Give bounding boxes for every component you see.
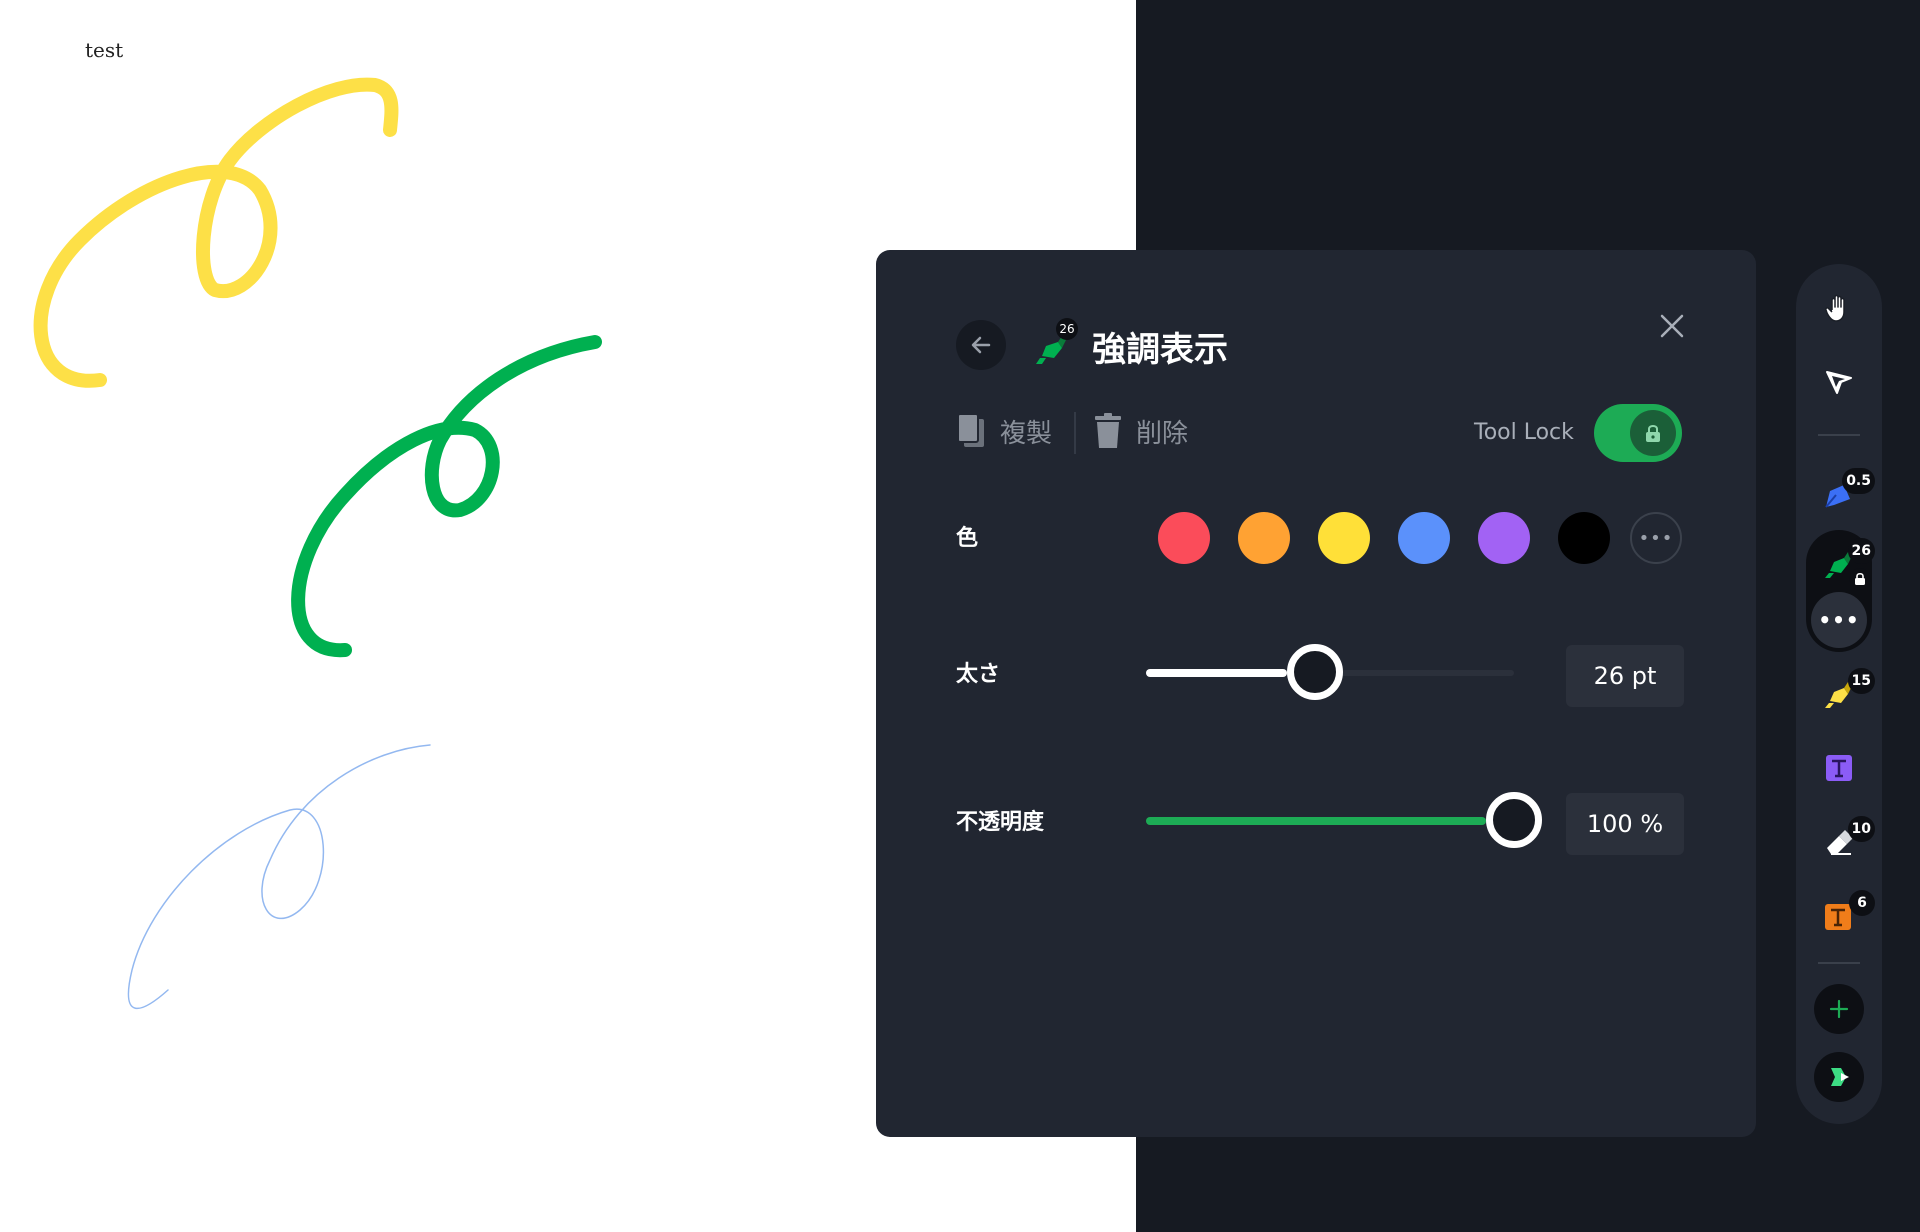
tool-size-badge: 26 (1056, 318, 1078, 340)
thickness-thumb[interactable] (1287, 644, 1343, 700)
arrow-left-icon (971, 336, 991, 354)
toggle-knob (1630, 410, 1676, 456)
swatch-orange[interactable] (1238, 512, 1290, 564)
text-stamp-tool-button[interactable]: 6 (1809, 886, 1875, 946)
color-label: 色 (956, 526, 979, 551)
swatch-blue[interactable] (1398, 512, 1450, 564)
panel-title: 強調表示 (1092, 330, 1228, 370)
opacity-label: 不透明度 (956, 810, 1045, 835)
eraser-size-badge: 10 (1847, 816, 1875, 842)
current-tool-icon: 26 (1032, 318, 1080, 368)
lock-icon (1855, 572, 1865, 585)
marker-tool-button[interactable]: 15 (1809, 664, 1875, 724)
swatch-black[interactable] (1558, 512, 1610, 564)
text-tool-button[interactable] (1809, 738, 1869, 798)
thickness-value[interactable]: 26 pt (1566, 645, 1684, 707)
delete-button[interactable]: 削除 (1094, 408, 1188, 454)
tool-lock-label: Tool Lock (1474, 420, 1574, 445)
thickness-fill (1146, 669, 1287, 677)
text-box-icon (1826, 755, 1852, 781)
swatch-yellow[interactable] (1318, 512, 1370, 564)
opacity-value[interactable]: 100 % (1566, 793, 1684, 855)
pointer-icon (1826, 371, 1852, 394)
swatch-red[interactable] (1158, 512, 1210, 564)
toolbar-separator (1818, 962, 1860, 964)
thickness-slider[interactable] (1146, 644, 1514, 700)
toolbar-separator (1818, 434, 1860, 436)
duplicate-button[interactable]: 複製 (956, 408, 1052, 454)
more-colors-button[interactable]: ••• (1630, 512, 1682, 564)
app-logo-icon (1831, 1068, 1849, 1086)
tool-settings-panel: 26 強調表示 複製 削除 Tool Lock 色 ••• 太さ 26 pt 不… (876, 250, 1756, 1137)
close-icon (1660, 314, 1684, 338)
duplicate-icon (957, 413, 984, 447)
tool-options-button[interactable]: ••• (1811, 592, 1867, 648)
add-tool-button[interactable] (1814, 984, 1864, 1034)
lock-indicator (1849, 568, 1871, 590)
highlighter-tool-button[interactable]: 26 (1809, 534, 1875, 594)
green-stroke (291, 335, 602, 658)
action-divider (1074, 412, 1076, 454)
pen-size-badge: 0.5 (1842, 468, 1875, 494)
yellow-stroke (33, 77, 399, 388)
eraser-tool-button[interactable]: 10 (1809, 812, 1875, 872)
opacity-slider[interactable] (1146, 792, 1542, 848)
swatch-purple[interactable] (1478, 512, 1530, 564)
trash-icon (1095, 413, 1121, 448)
blue-stroke (127, 744, 431, 1010)
tool-lock-toggle[interactable] (1594, 404, 1682, 462)
close-button[interactable] (1648, 302, 1696, 350)
lock-icon (1646, 425, 1660, 442)
app-menu-button[interactable] (1814, 1052, 1864, 1102)
stamp-size-badge: 6 (1849, 890, 1875, 916)
select-tool-button[interactable] (1809, 352, 1869, 412)
hand-tool-button[interactable] (1809, 278, 1869, 338)
pen-tool-button[interactable]: 0.5 (1809, 464, 1875, 524)
opacity-fill (1146, 817, 1486, 825)
plus-icon (1829, 999, 1849, 1019)
opacity-thumb[interactable] (1486, 792, 1542, 848)
delete-label: 削除 (1136, 418, 1189, 449)
hand-icon (1825, 294, 1845, 322)
tool-palette: 0.5 26 ••• 15 10 6 (1796, 264, 1882, 1124)
marker-size-badge: 15 (1847, 668, 1875, 694)
duplicate-label: 複製 (1000, 418, 1053, 449)
back-button[interactable] (956, 320, 1006, 370)
thickness-label: 太さ (956, 662, 1001, 687)
more-dots-icon: ••• (1818, 608, 1860, 632)
highlighter-size-badge: 26 (1847, 538, 1875, 564)
